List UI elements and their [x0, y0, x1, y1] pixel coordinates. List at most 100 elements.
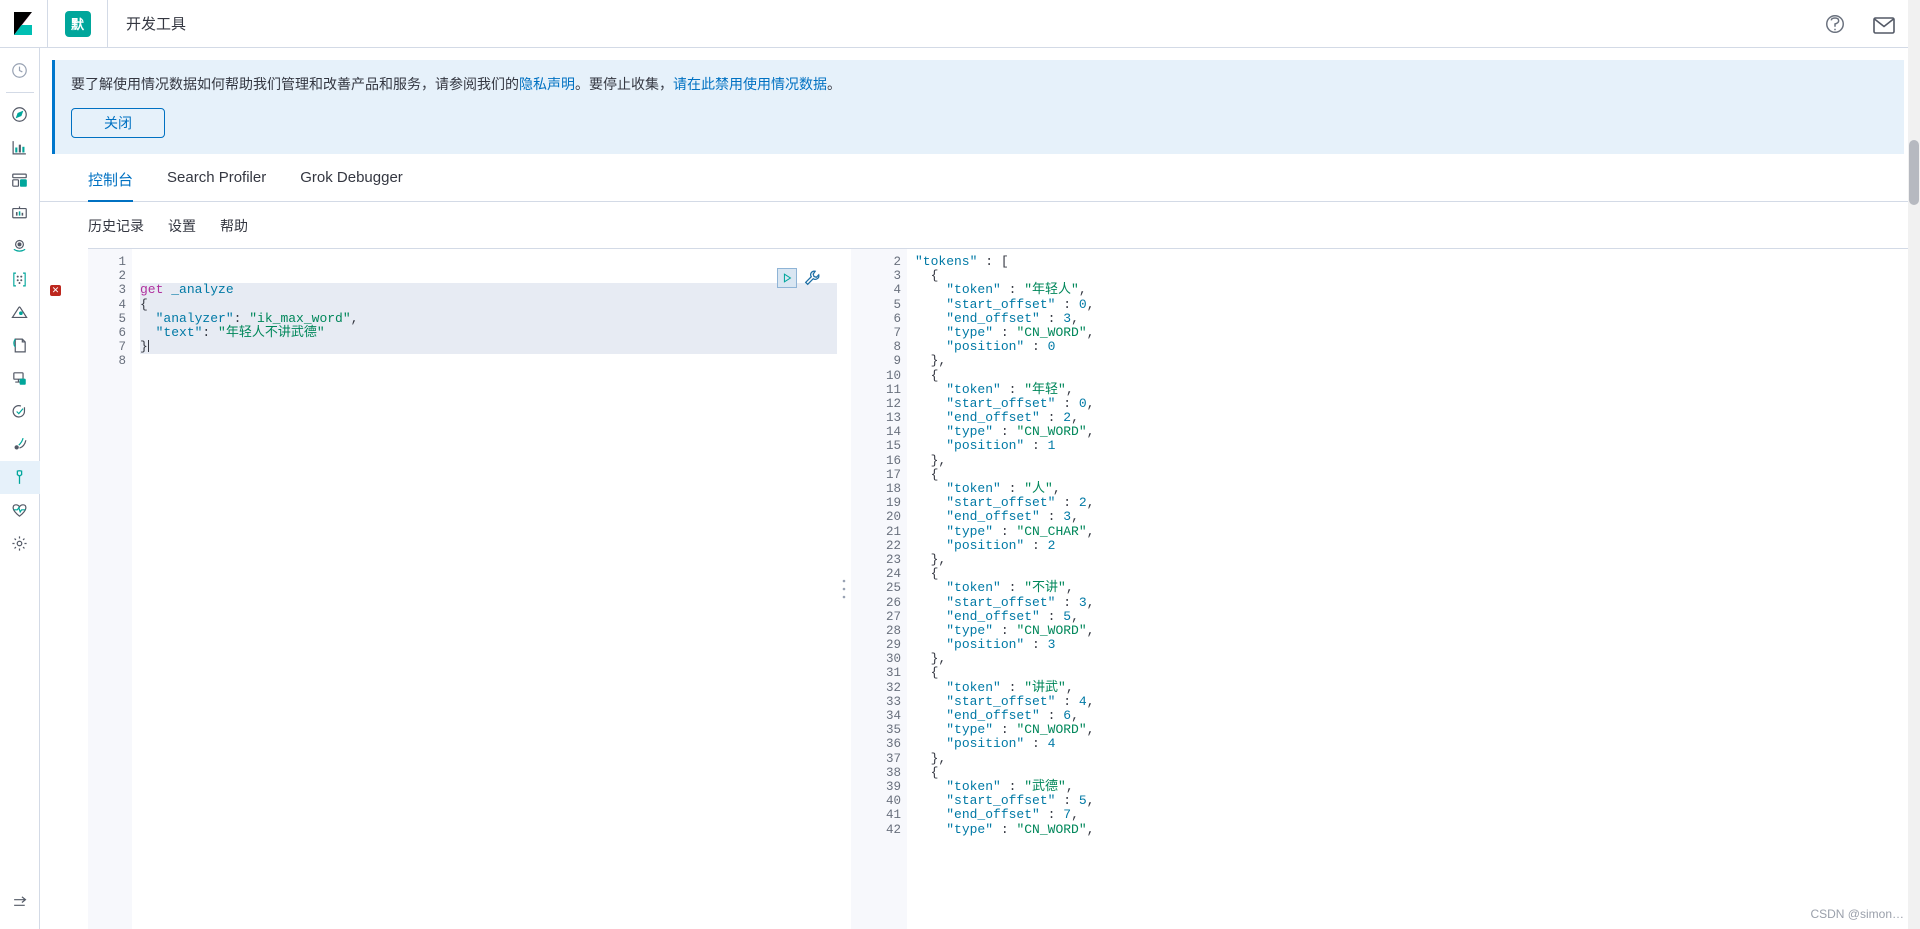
- sidebar-item-canvas[interactable]: [0, 197, 40, 230]
- elastic-logo[interactable]: [0, 0, 48, 47]
- sidebar-item-siem[interactable]: [0, 428, 40, 461]
- code-line[interactable]: "type" : "CN_WORD",: [915, 623, 1920, 638]
- code-line[interactable]: },: [915, 552, 1920, 567]
- line-number: 26: [885, 595, 901, 610]
- code-line[interactable]: {: [915, 567, 1920, 581]
- code-line[interactable]: "position" : 0: [915, 340, 1920, 354]
- code-line[interactable]: "type" : "CN_WORD",: [915, 325, 1920, 340]
- response-code-lines[interactable]: "tokens" : [ { "token" : "年轻人", "start_o…: [907, 249, 1920, 929]
- tab-console[interactable]: 控制台: [88, 169, 134, 202]
- response-viewer-pane[interactable]: 2▾3▾456789▴10▾111213141516▴17▾1819202122…: [851, 249, 1920, 929]
- code-line[interactable]: "token" : "不讲",: [915, 581, 1920, 595]
- code-line[interactable]: "start_offset" : 4,: [915, 694, 1920, 709]
- sidebar-item-logs[interactable]: [0, 329, 40, 362]
- code-line[interactable]: "position" : 1: [915, 439, 1920, 453]
- line-number: 28: [885, 623, 901, 638]
- sidebar-item-maps[interactable]: [0, 230, 40, 263]
- code-line[interactable]: "type" : "CN_WORD",: [915, 723, 1920, 737]
- code-line[interactable]: "position" : 4: [915, 737, 1920, 751]
- pane-resize-handle[interactable]: [837, 249, 851, 929]
- code-line[interactable]: "start_offset" : 2,: [915, 496, 1920, 510]
- response-code-area[interactable]: 2▾3▾456789▴10▾111213141516▴17▾1819202122…: [851, 249, 1920, 929]
- request-editor-pane[interactable]: 123✕4▾567▴8 get _analyze{ "analyzer": "i…: [50, 249, 837, 929]
- help-circle-icon[interactable]: [1824, 13, 1846, 35]
- request-code-lines[interactable]: get _analyze{ "analyzer": "ik_max_word",…: [132, 249, 837, 929]
- page-scrollbar[interactable]: [1908, 0, 1920, 929]
- tab-grok-debugger[interactable]: Grok Debugger: [300, 169, 403, 202]
- code-token: {: [930, 268, 939, 284]
- code-line[interactable]: [140, 269, 837, 283]
- code-line[interactable]: "token" : "武德",: [915, 779, 1920, 794]
- code-line[interactable]: "end_offset" : 5,: [915, 609, 1920, 624]
- code-line[interactable]: {: [915, 666, 1920, 680]
- primary-nav-rail: [0, 48, 40, 929]
- code-line[interactable]: "end_offset" : 6,: [915, 708, 1920, 723]
- sidebar-item-machine-learning[interactable]: [0, 263, 40, 296]
- mail-icon[interactable]: [1872, 13, 1895, 35]
- code-token: "analyzer": [155, 310, 234, 326]
- code-line[interactable]: {: [915, 368, 1920, 383]
- code-line[interactable]: "end_offset" : 3,: [915, 311, 1920, 326]
- code-line[interactable]: "end_offset" : 2,: [915, 410, 1920, 425]
- sidebar-item-dev-tools[interactable]: [0, 461, 40, 494]
- code-line[interactable]: "token" : "年轻人",: [915, 283, 1920, 297]
- sidebar-item-discover[interactable]: [0, 98, 40, 131]
- code-line[interactable]: },: [915, 652, 1920, 666]
- code-line[interactable]: "position" : 2: [915, 538, 1920, 553]
- code-line[interactable]: "end_offset" : 3,: [915, 510, 1920, 524]
- sidebar-item-dashboard[interactable]: [0, 164, 40, 197]
- code-line[interactable]: {: [915, 269, 1920, 283]
- code-line[interactable]: {: [915, 467, 1920, 482]
- code-line[interactable]: "start_offset" : 5,: [915, 794, 1920, 808]
- code-line[interactable]: "text": "年轻人不讲武德": [140, 325, 837, 341]
- code-line[interactable]: },: [915, 453, 1920, 468]
- request-code-area[interactable]: 123✕4▾567▴8 get _analyze{ "analyzer": "i…: [50, 249, 837, 929]
- line-number: 4▾: [88, 298, 141, 312]
- sidebar-item-infrastructure[interactable]: [0, 296, 40, 329]
- code-line[interactable]: [140, 354, 837, 368]
- code-line[interactable]: "token" : "讲武",: [915, 680, 1920, 695]
- page-scrollbar-thumb[interactable]: [1909, 140, 1919, 205]
- map-pin-icon: [13, 239, 26, 252]
- code-line[interactable]: "type" : "CN_WORD",: [915, 425, 1920, 439]
- close-callout-button[interactable]: 关闭: [71, 108, 165, 138]
- error-marker-icon[interactable]: ✕: [50, 284, 61, 296]
- code-line[interactable]: "token" : "人",: [915, 481, 1920, 496]
- sidebar-item-uptime[interactable]: [0, 395, 40, 428]
- space-selector[interactable]: 默: [48, 0, 108, 47]
- privacy-statement-link[interactable]: 隐私声明: [519, 76, 575, 92]
- tab-search-profiler[interactable]: Search Profiler: [167, 169, 266, 202]
- code-line[interactable]: "end_offset" : 7,: [915, 808, 1920, 822]
- code-line[interactable]: "analyzer": "ik_max_word",: [140, 310, 837, 326]
- code-line[interactable]: "tokens" : [: [915, 254, 1920, 269]
- run-request-button[interactable]: [777, 268, 797, 288]
- sidebar-item-recently-viewed[interactable]: [0, 54, 40, 87]
- sidebar-item-apm[interactable]: [0, 362, 40, 395]
- code-line[interactable]: {: [915, 765, 1920, 780]
- sidebar-item-monitoring[interactable]: [0, 494, 40, 527]
- submenu-settings[interactable]: 设置: [168, 216, 196, 236]
- code-line[interactable]: [140, 255, 837, 269]
- code-token: ,: [1086, 722, 1095, 738]
- code-line[interactable]: },: [915, 354, 1920, 368]
- sidebar-item-management[interactable]: [0, 527, 40, 560]
- code-line[interactable]: }: [140, 340, 837, 355]
- breadcrumb-label[interactable]: 开发工具: [126, 13, 186, 34]
- code-line[interactable]: get _analyze: [140, 283, 837, 298]
- code-line[interactable]: "start_offset" : 0,: [915, 396, 1920, 411]
- code-line[interactable]: "token" : "年轻",: [915, 382, 1920, 397]
- request-options-button[interactable]: [803, 269, 821, 287]
- code-line[interactable]: "start_offset" : 0,: [915, 297, 1920, 312]
- code-line[interactable]: "position" : 3: [915, 637, 1920, 652]
- sidebar-item-visualize[interactable]: [0, 131, 40, 164]
- submenu-help[interactable]: 帮助: [220, 216, 248, 236]
- submenu-history[interactable]: 历史记录: [88, 216, 144, 236]
- code-line[interactable]: {: [140, 297, 837, 312]
- code-line[interactable]: "type" : "CN_WORD",: [915, 822, 1920, 837]
- collapse-nav-button[interactable]: [0, 886, 40, 919]
- code-line[interactable]: "type" : "CN_CHAR",: [915, 524, 1920, 539]
- code-line[interactable]: "start_offset" : 3,: [915, 595, 1920, 610]
- code-line[interactable]: },: [915, 751, 1920, 766]
- disable-usage-data-link[interactable]: 请在此禁用使用情况数据: [673, 76, 827, 92]
